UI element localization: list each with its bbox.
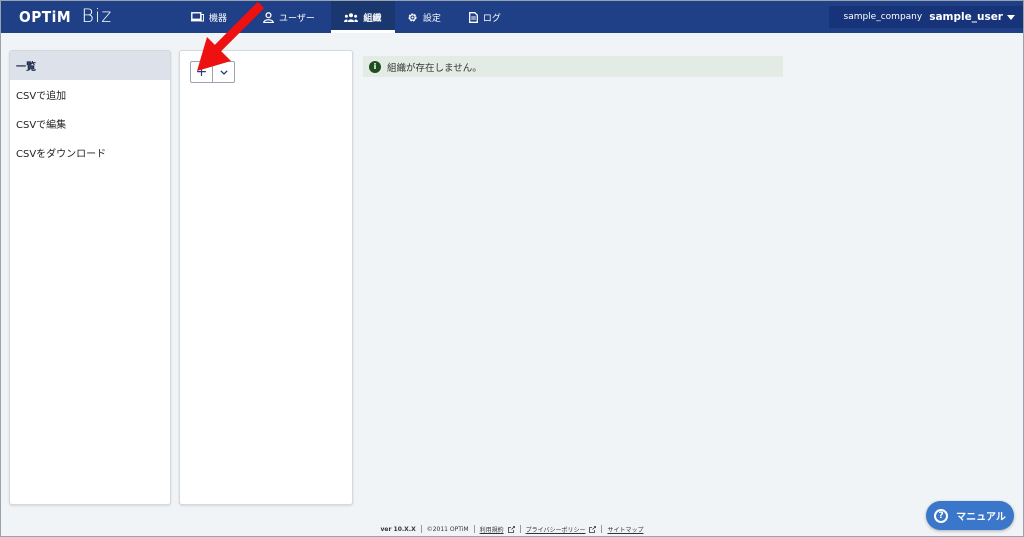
copyright-text: ©2011 OPTiM xyxy=(426,525,469,533)
footer: ver 10.X.X ©2011 OPTiM 利用規約 プライバシーポリシー サ… xyxy=(1,523,1023,535)
nav-settings-label: 設定 xyxy=(422,13,441,24)
logo-brand: OPTiM xyxy=(19,8,72,26)
company-name: sample_company xyxy=(843,12,923,22)
external-link-icon xyxy=(507,525,515,533)
nav-settings[interactable]: 設定 xyxy=(395,1,453,33)
optim-biz-logo[interactable]: OPTiM Biz xyxy=(19,5,112,29)
annotation-arrow-icon xyxy=(197,1,265,71)
sidebar-item-list[interactable]: 一覧 xyxy=(10,51,170,80)
account-menu[interactable]: sample_company sample_user xyxy=(829,6,1023,28)
footer-divider xyxy=(519,525,521,533)
nav-logs-label: ログ xyxy=(482,13,501,24)
sidebar-item-label: CSVで追加 xyxy=(16,91,67,102)
top-navigation-bar: OPTiM Biz 機器 ユーザー 組織 設定 ログ sample_compan… xyxy=(1,1,1023,33)
version-text: ver 10.X.X xyxy=(380,525,416,533)
document-icon xyxy=(468,11,478,23)
footer-divider xyxy=(601,525,603,533)
sidebar-item-csv-download[interactable]: CSVをダウンロード xyxy=(10,138,170,167)
organization-icon xyxy=(344,12,359,22)
nav-users-label: ユーザー xyxy=(279,13,315,24)
sidebar-item-label: 一覧 xyxy=(16,62,36,73)
no-organization-message: i 組織が存在しません。 xyxy=(363,56,783,77)
nav-logs[interactable]: ログ xyxy=(457,1,513,33)
privacy-policy-link[interactable]: プライバシーポリシー xyxy=(526,525,586,534)
nav-organization[interactable]: 組織 xyxy=(330,1,395,33)
help-icon: ? xyxy=(934,508,949,523)
manual-button[interactable]: ? マニュアル xyxy=(926,501,1014,530)
footer-divider xyxy=(473,525,475,533)
caret-down-icon xyxy=(1007,14,1015,20)
terms-link[interactable]: 利用規約 xyxy=(480,525,504,534)
gear-icon xyxy=(408,12,417,22)
organization-tree-panel: + xyxy=(179,50,353,505)
external-link-icon xyxy=(589,525,597,533)
message-text: 組織が存在しません。 xyxy=(387,62,482,74)
sidebar-item-csv-add[interactable]: CSVで追加 xyxy=(10,80,170,109)
sidebar-item-label: CSVで編集 xyxy=(16,120,67,131)
logo-product: Biz xyxy=(81,5,113,27)
sidebar-item-label: CSVをダウンロード xyxy=(16,149,107,160)
sidebar-item-csv-edit[interactable]: CSVで編集 xyxy=(10,109,170,138)
manual-button-label: マニュアル xyxy=(956,512,1006,523)
sitemap-link[interactable]: サイトマップ xyxy=(607,525,643,534)
sidebar-menu: 一覧 CSVで追加 CSVで編集 CSVをダウンロード xyxy=(9,50,171,505)
user-name: sample_user xyxy=(929,11,1003,23)
info-icon: i xyxy=(369,60,381,73)
nav-organization-label: 組織 xyxy=(363,13,382,24)
footer-divider xyxy=(420,525,422,533)
